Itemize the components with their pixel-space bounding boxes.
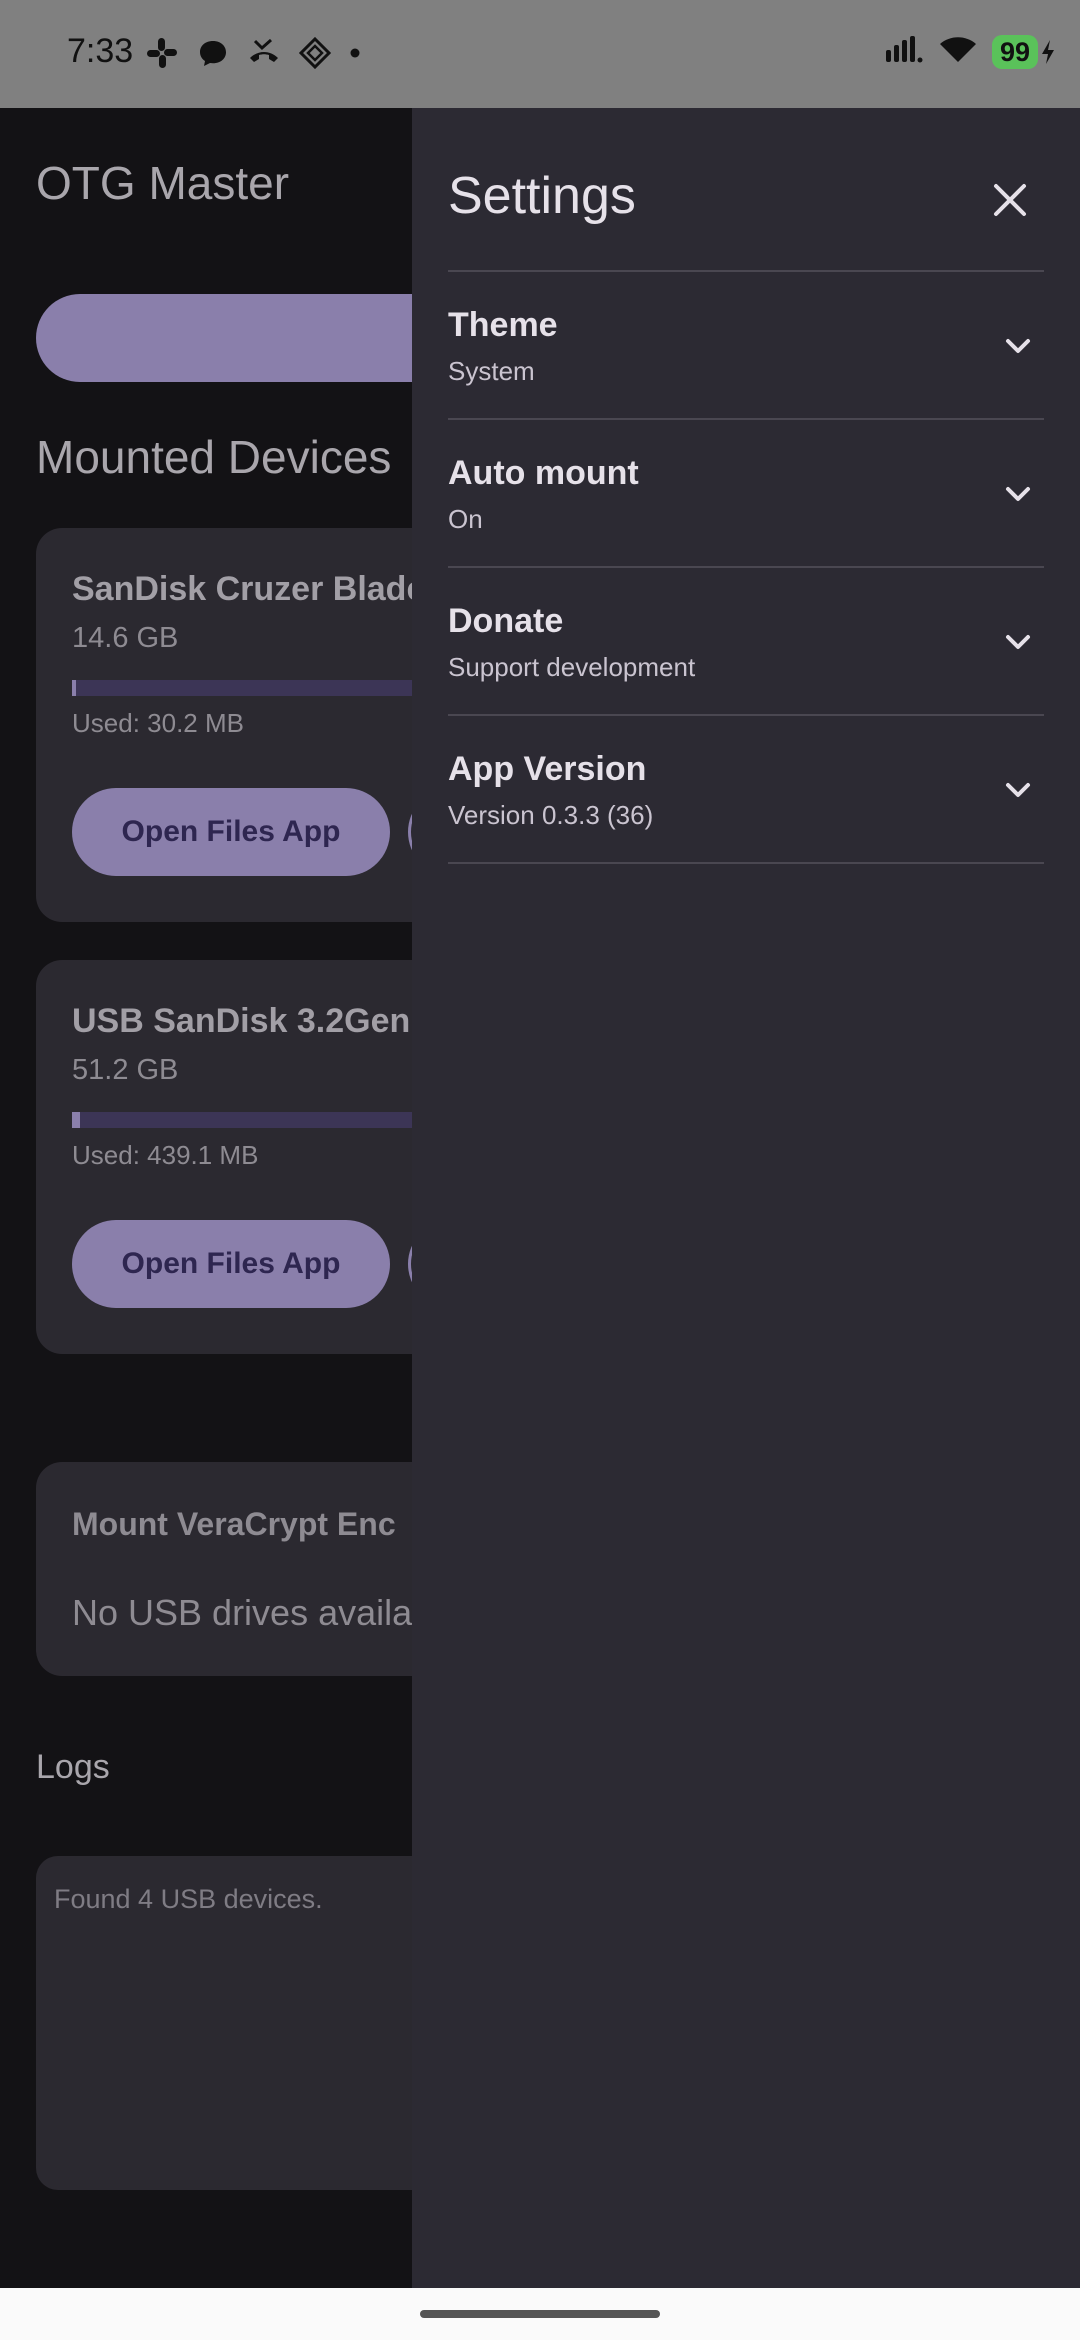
home-indicator[interactable] bbox=[420, 2310, 660, 2318]
signal-icon bbox=[884, 34, 924, 69]
device-size: 14.6 GB bbox=[72, 622, 179, 654]
logs-text: Found 4 USB devices. bbox=[54, 1884, 323, 1914]
battery-level: 99 bbox=[991, 34, 1038, 69]
close-icon bbox=[994, 184, 1026, 216]
setting-label: App Version bbox=[448, 750, 647, 788]
device-name: USB SanDisk 3.2Gen1 bbox=[72, 1002, 430, 1040]
setting-theme[interactable]: Theme System bbox=[448, 270, 1044, 418]
chevron-down-icon bbox=[1006, 635, 1030, 649]
open-files-app-button[interactable]: Open Files App bbox=[72, 788, 390, 876]
device-used: Used: 30.2 MB bbox=[72, 708, 244, 738]
veracrypt-title: Mount VeraCrypt Enc bbox=[72, 1506, 396, 1542]
status-icons-right: 99 bbox=[884, 34, 1056, 69]
status-bar: 7:33 99 bbox=[0, 0, 1080, 108]
device-size: 51.2 GB bbox=[72, 1054, 179, 1086]
chat-bubble-icon bbox=[197, 37, 229, 69]
wifi-icon bbox=[938, 34, 978, 69]
chevron-down-icon bbox=[1006, 339, 1030, 353]
settings-title: Settings bbox=[448, 167, 636, 225]
mounted-devices-heading: Mounted Devices bbox=[36, 431, 392, 483]
setting-value: Version 0.3.3 (36) bbox=[448, 800, 654, 830]
diamond-app-icon bbox=[299, 37, 331, 69]
charging-bolt-icon bbox=[1042, 39, 1054, 64]
close-button[interactable] bbox=[978, 168, 1042, 232]
chevron-down-icon bbox=[1006, 487, 1030, 501]
screen: 7:33 99 OTG Master Mounted Devices SanDi… bbox=[0, 0, 1080, 2340]
status-time: 7:33 bbox=[67, 32, 134, 70]
open-files-app-button[interactable]: Open Files App bbox=[72, 1220, 390, 1308]
settings-list: Theme System Auto mount On Donate Suppor… bbox=[448, 270, 1044, 864]
battery-icon: 99 bbox=[991, 34, 1056, 69]
setting-value: System bbox=[448, 356, 535, 386]
chevron-down-icon bbox=[1006, 783, 1030, 797]
setting-value: Support development bbox=[448, 652, 696, 682]
setting-value: On bbox=[448, 504, 483, 534]
setting-donate[interactable]: Donate Support development bbox=[448, 566, 1044, 714]
setting-app-version[interactable]: App Version Version 0.3.3 (36) bbox=[448, 714, 1044, 864]
setting-auto-mount[interactable]: Auto mount On bbox=[448, 418, 1044, 566]
status-icons-left bbox=[145, 36, 361, 70]
setting-label: Theme bbox=[448, 306, 558, 344]
veracrypt-status: No USB drives availa bbox=[72, 1592, 413, 1633]
slack-icon bbox=[145, 36, 179, 70]
navigation-bar bbox=[0, 2288, 1080, 2340]
device-usage-fill bbox=[72, 680, 76, 696]
device-usage-fill bbox=[72, 1112, 81, 1128]
logs-heading: Logs bbox=[36, 1748, 110, 1786]
settings-drawer: Settings Theme System Auto mount On Dona… bbox=[412, 108, 1080, 2288]
device-name: SanDisk Cruzer Blade bbox=[72, 570, 426, 608]
device-used: Used: 439.1 MB bbox=[72, 1140, 259, 1170]
notification-dot-icon bbox=[349, 47, 361, 59]
setting-label: Auto mount bbox=[448, 454, 639, 492]
setting-label: Donate bbox=[448, 602, 564, 640]
missed-call-icon bbox=[247, 38, 281, 68]
app-title: OTG Master bbox=[36, 157, 290, 209]
